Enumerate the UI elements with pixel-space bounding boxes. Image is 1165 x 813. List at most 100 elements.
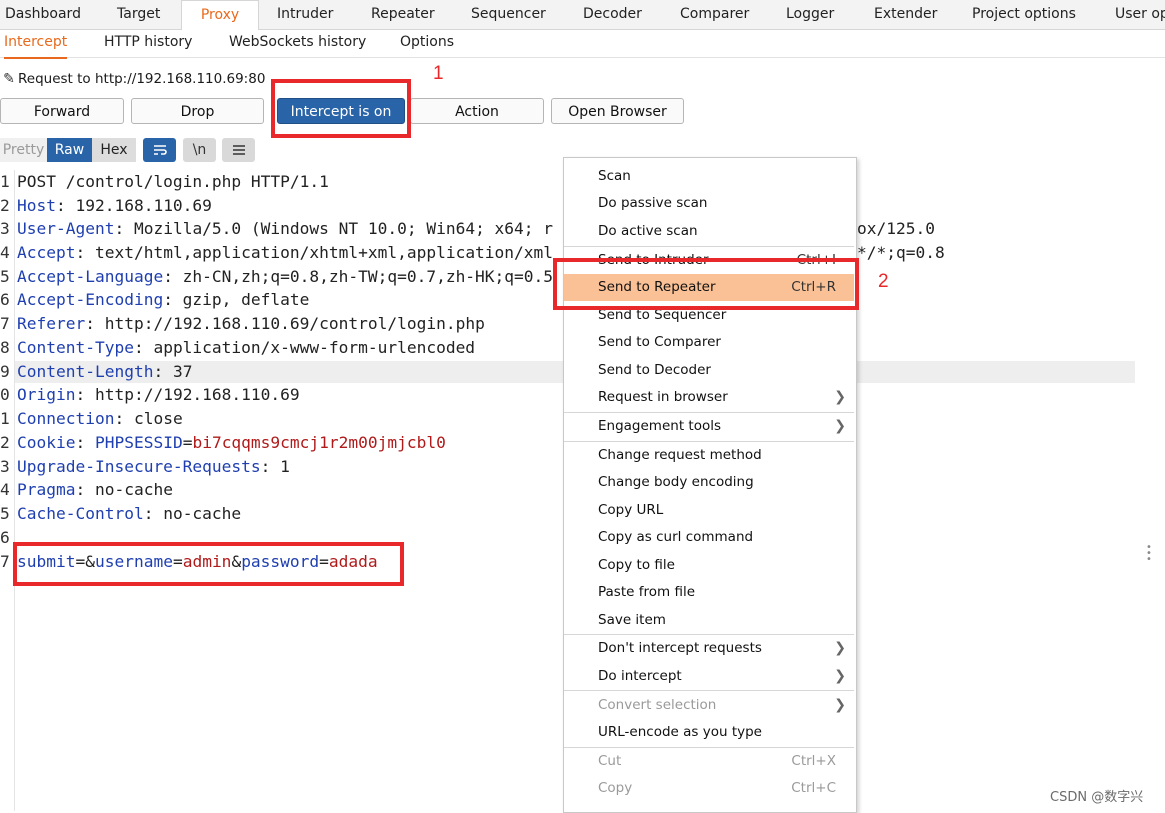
menu-item-send-intruder[interactable]: Send to Intruder Ctrl+I <box>564 247 854 274</box>
header-separator: : <box>143 504 154 523</box>
menu-separator <box>564 690 854 691</box>
menu-item-send-sequencer[interactable]: Send to Sequencer <box>564 302 854 329</box>
shortcut-label: Ctrl+I <box>796 252 836 268</box>
line-number: 1 <box>0 172 10 191</box>
pencil-icon: ✎ <box>3 71 15 87</box>
drop-button[interactable]: Drop <box>131 98 264 124</box>
menu-item-url-encode-as-you-type[interactable]: URL-encode as you type <box>564 719 854 746</box>
menu-item-label: Send to Sequencer <box>598 307 727 323</box>
tab-decoder[interactable]: Decoder <box>583 0 642 29</box>
menu-item-label: Save item <box>598 612 666 628</box>
tab-project-options[interactable]: Project options <box>972 0 1076 29</box>
menu-item-label: URL-encode as you type <box>598 724 762 740</box>
menu-item-label: Send to Repeater <box>598 279 716 295</box>
menu-item-copy-to-file[interactable]: Copy to file <box>564 552 854 579</box>
line-number: 3 <box>0 219 10 238</box>
tab-intruder[interactable]: Intruder <box>277 0 333 29</box>
request-line: 6 Accept-Encoding: gzip, deflate <box>0 288 309 312</box>
header-value: 192.168.110.69 <box>65 196 212 215</box>
line-number: 6 <box>0 528 10 547</box>
hex-toggle[interactable]: Hex <box>92 138 136 162</box>
tab-sequencer[interactable]: Sequencer <box>471 0 546 29</box>
chevron-right-icon: ❯ <box>834 640 846 656</box>
menu-item-send-comparer[interactable]: Send to Comparer <box>564 329 854 356</box>
header-name: Pragma <box>17 480 76 499</box>
line-number: 9 <box>0 362 10 381</box>
header-separator: : <box>133 338 144 357</box>
tab-logger[interactable]: Logger <box>786 0 834 29</box>
intercept-toggle-button[interactable]: Intercept is on <box>277 98 405 124</box>
line-number: 2 <box>0 196 10 215</box>
cookie-value: bi7cqqms9cmcj1r2m00jmjcbl0 <box>192 433 446 452</box>
menu-item-convert-selection: Convert selection ❯ <box>564 692 854 719</box>
menu-item-label: Do intercept <box>598 668 682 684</box>
menu-item-label: Do passive scan <box>598 195 708 211</box>
menu-item-active-scan[interactable]: Do active scan <box>564 218 854 245</box>
menu-item-paste-from-file[interactable]: Paste from file <box>564 579 854 606</box>
param-ampersand: & <box>231 552 242 571</box>
menu-item-label: Change body encoding <box>598 474 754 490</box>
menu-item-send-decoder[interactable]: Send to Decoder <box>564 357 854 384</box>
menu-item-do-intercept[interactable]: Do intercept ❯ <box>564 663 854 690</box>
menu-item-change-body-encoding[interactable]: Change body encoding <box>564 469 854 496</box>
param-equals: = <box>319 552 329 571</box>
request-line: 5 Cache-Control: no-cache <box>0 502 241 526</box>
menu-item-engagement-tools[interactable]: Engagement tools ❯ <box>564 413 854 440</box>
line-number: 7 <box>0 314 10 333</box>
open-browser-button[interactable]: Open Browser <box>551 98 684 124</box>
context-menu: Scan Do passive scan Do active scan Send… <box>563 157 857 813</box>
header-value: gzip, deflate <box>172 290 310 309</box>
request-line: 8 Content-Type: application/x-www-form-ur… <box>0 336 475 360</box>
menu-item-copy-url[interactable]: Copy URL <box>564 497 854 524</box>
raw-toggle[interactable]: Raw <box>47 138 92 162</box>
menu-item-save-item[interactable]: Save item <box>564 607 854 634</box>
subtab-options[interactable]: Options <box>400 30 454 57</box>
forward-button[interactable]: Forward <box>0 98 124 124</box>
header-name: Accept <box>17 243 76 262</box>
header-separator: : <box>75 433 95 452</box>
tab-target[interactable]: Target <box>117 0 160 29</box>
subtab-http-history[interactable]: HTTP history <box>104 30 192 57</box>
tab-dashboard[interactable]: Dashboard <box>5 0 81 29</box>
header-name: Cache-Control <box>17 504 144 523</box>
line-number: 0 <box>0 385 10 404</box>
menu-item-send-repeater[interactable]: Send to Repeater Ctrl+R <box>564 274 854 301</box>
tab-repeater[interactable]: Repeater <box>371 0 435 29</box>
proxy-sub-tab-bar: Intercept HTTP history WebSockets histor… <box>0 30 1165 59</box>
menu-item-dont-intercept[interactable]: Don't intercept requests ❯ <box>564 635 854 662</box>
menu-item-passive-scan[interactable]: Do passive scan <box>564 190 854 217</box>
menu-item-change-request-method[interactable]: Change request method <box>564 442 854 469</box>
header-separator: : <box>75 480 86 499</box>
menu-item-request-in-browser[interactable]: Request in browser ❯ <box>564 384 854 411</box>
header-name: Connection <box>17 409 115 428</box>
menu-item-copy-curl[interactable]: Copy as curl command <box>564 524 854 551</box>
menu-item-label: Don't intercept requests <box>598 640 762 656</box>
pretty-toggle[interactable]: Pretty <box>0 138 47 162</box>
request-body-line: 7 submit=&username=admin&password=adada <box>0 550 378 574</box>
tab-proxy[interactable]: Proxy <box>181 0 259 30</box>
chevron-right-icon: ❯ <box>834 389 846 405</box>
tab-user-options[interactable]: User op <box>1115 0 1165 29</box>
user-agent-tail: ox/125.0 <box>857 219 935 238</box>
subtab-websockets-history[interactable]: WebSockets history <box>229 30 366 57</box>
wrap-lines-icon[interactable] <box>143 138 176 162</box>
menu-item-scan[interactable]: Scan <box>564 163 854 190</box>
newline-toggle[interactable]: \n <box>183 138 216 162</box>
menu-item-label: Paste from file <box>598 584 695 600</box>
menu-item-label: Engagement tools <box>598 418 721 434</box>
param-equals: = <box>75 552 86 571</box>
tab-extender[interactable]: Extender <box>874 0 937 29</box>
param-name: submit <box>17 552 76 571</box>
menu-item-label: Send to Intruder <box>598 252 709 268</box>
hamburger-menu-icon[interactable] <box>222 138 255 162</box>
subtab-intercept[interactable]: Intercept <box>4 30 68 59</box>
header-value: Mozilla/5.0 (Windows NT 10.0; Win64; x64… <box>124 219 554 238</box>
splitter-handle[interactable]: • • • <box>1146 543 1152 565</box>
action-button[interactable]: Action <box>410 98 544 124</box>
request-target-line: ✎ Request to http://192.168.110.69:80 <box>0 68 265 90</box>
shortcut-label: Ctrl+R <box>791 279 836 295</box>
menu-item-label: Scan <box>598 168 631 184</box>
request-line: 5 Accept-Language: zh-CN,zh;q=0.8,zh-TW;q… <box>0 265 553 289</box>
header-name: User-Agent <box>17 219 115 238</box>
tab-comparer[interactable]: Comparer <box>680 0 749 29</box>
